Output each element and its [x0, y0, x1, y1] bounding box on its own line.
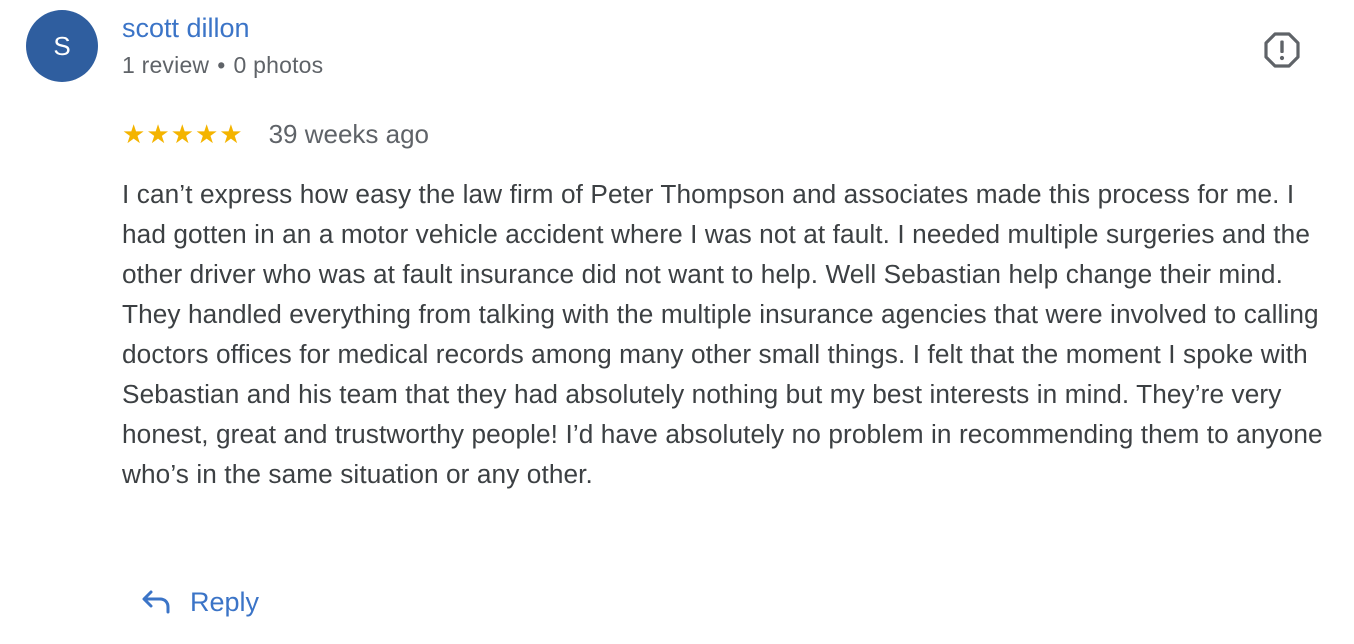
reply-arrow-icon	[142, 590, 170, 614]
meta-separator: •	[217, 52, 226, 78]
star-rating: ★ ★ ★ ★ ★	[122, 121, 243, 147]
reply-button[interactable]: Reply	[140, 586, 259, 618]
review-count: 1 review	[122, 52, 210, 78]
reviewer-meta: 1 review • 0 photos	[122, 52, 323, 79]
star-icon: ★	[122, 119, 146, 149]
photo-count: 0 photos	[233, 52, 324, 78]
rating-row: ★ ★ ★ ★ ★ 39 weeks ago	[122, 117, 429, 151]
reply-label: Reply	[190, 586, 260, 617]
star-icon: ★	[219, 119, 243, 149]
review-date: 39 weeks ago	[268, 118, 430, 149]
review-text: I can’t express how easy the law firm of…	[122, 179, 1323, 489]
star-icon: ★	[170, 119, 194, 149]
avatar-letter: S	[53, 30, 71, 61]
review-card: S scott dillon 1 review • 0 photos ★ ★ ★ ★ ★ 3…	[0, 0, 1354, 644]
avatar[interactable]: S	[26, 10, 98, 82]
star-icon: ★	[194, 119, 219, 149]
report-icon[interactable]	[1263, 31, 1301, 69]
star-icon: ★	[146, 119, 170, 149]
reviewer-name[interactable]: scott dillon	[122, 13, 250, 44]
